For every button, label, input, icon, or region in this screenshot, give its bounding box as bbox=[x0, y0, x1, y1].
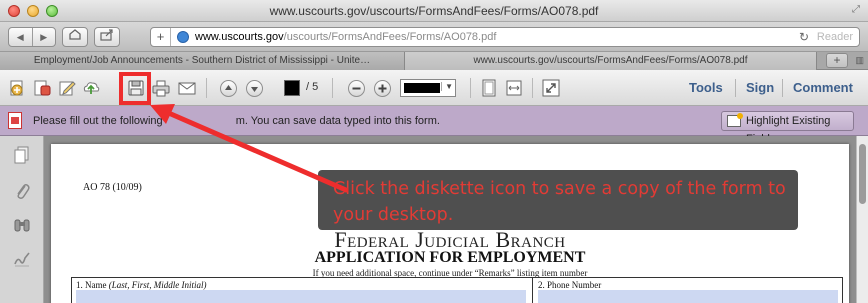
fit-width-icon[interactable] bbox=[505, 79, 523, 97]
toolbar-separator bbox=[470, 78, 471, 98]
field-divider bbox=[532, 278, 533, 303]
create-pdf-icon[interactable] bbox=[8, 79, 26, 97]
edit-icon[interactable] bbox=[58, 79, 76, 97]
reload-icon[interactable]: ↻ bbox=[799, 30, 809, 44]
instruction-callout: Click the diskette icon to save a copy o… bbox=[318, 170, 798, 230]
globe-icon bbox=[177, 31, 189, 43]
toolbar-separator bbox=[332, 78, 333, 98]
next-page-icon bbox=[251, 87, 258, 92]
chevron-down-icon: ▼ bbox=[441, 82, 453, 91]
form-notice-bar: Please fill out the following m. You can… bbox=[0, 106, 868, 145]
form-notice-text-start: Please fill out the following bbox=[33, 115, 166, 127]
phone-field-label: 2. Phone Number bbox=[538, 280, 602, 290]
url-path: /uscourts/FormsAndFees/Forms/AO078.pdf bbox=[283, 31, 497, 43]
email-icon[interactable] bbox=[178, 79, 196, 97]
name-field-hint: (Last, First, Middle Initial) bbox=[108, 280, 207, 290]
sign-button[interactable]: Sign bbox=[746, 80, 774, 95]
fullscreen-window-icon[interactable]: ⤢ bbox=[852, 4, 860, 15]
form-notice-text-end: m. You can save data typed into this for… bbox=[235, 115, 440, 127]
new-tab-button[interactable]: + bbox=[826, 53, 848, 68]
url-field[interactable]: + www.uscourts.gov/uscourts/FormsAndFees… bbox=[150, 27, 860, 47]
reader-button[interactable]: Reader bbox=[817, 31, 853, 43]
form-icon bbox=[8, 112, 22, 129]
share-page-button[interactable] bbox=[94, 27, 120, 47]
name-input[interactable] bbox=[76, 290, 526, 303]
highlight-fields-button[interactable]: Highlight Existing Fields bbox=[721, 111, 854, 145]
instruction-text: Click the diskette icon to save a copy o… bbox=[333, 179, 786, 225]
form-title: APPLICATION FOR EMPLOYMENT bbox=[314, 249, 586, 266]
address-toolbar: ◀ ▶ + www.uscourts.gov/uscourts/FormsAnd… bbox=[0, 22, 868, 52]
share-pdf-icon[interactable] bbox=[33, 79, 51, 97]
prev-page-icon bbox=[225, 85, 232, 90]
back-button[interactable]: ◀ bbox=[9, 28, 32, 46]
tab-employment[interactable]: Employment/Job Announcements - Southern … bbox=[0, 52, 405, 70]
tab-pdf[interactable]: www.uscourts.gov/uscourts/FormsAndFees/F… bbox=[405, 52, 817, 70]
attachment-icon[interactable] bbox=[13, 182, 31, 200]
name-field-label-text: 1. Name bbox=[76, 280, 109, 290]
url-host: www.uscourts.gov bbox=[195, 31, 284, 43]
save-icon-highlight bbox=[119, 72, 151, 105]
fit-page-icon[interactable] bbox=[480, 79, 498, 97]
fullscreen-icon[interactable] bbox=[542, 79, 560, 97]
navigation-panel bbox=[0, 136, 44, 303]
tools-button[interactable]: Tools bbox=[689, 80, 723, 95]
upload-icon[interactable] bbox=[82, 79, 100, 97]
zoom-level-select[interactable]: ▼ bbox=[400, 79, 456, 97]
tab-bar: Employment/Job Announcements - Southern … bbox=[0, 52, 868, 70]
phone-input[interactable] bbox=[538, 290, 838, 303]
toolbar-separator bbox=[532, 78, 533, 98]
prev-page-button[interactable] bbox=[220, 80, 237, 97]
cloud-icon bbox=[69, 29, 81, 40]
zoom-in-button[interactable] bbox=[374, 80, 391, 97]
next-page-button[interactable] bbox=[246, 80, 263, 97]
forward-button[interactable]: ▶ bbox=[31, 28, 56, 46]
page-number-input[interactable] bbox=[284, 80, 300, 96]
name-field-label: 1. Name (Last, First, Middle Initial) bbox=[76, 280, 207, 290]
cloud-tabs-button[interactable] bbox=[62, 27, 88, 47]
url-text: www.uscourts.gov/uscourts/FormsAndFees/F… bbox=[195, 31, 496, 43]
scrollbar-thumb[interactable] bbox=[859, 144, 866, 204]
page-thumbnails-icon[interactable] bbox=[13, 146, 31, 164]
page-total: / 5 bbox=[306, 81, 319, 93]
form-notice-text: Please fill out the following m. You can… bbox=[33, 115, 440, 127]
form-id: AO 78 (10/09) bbox=[83, 182, 142, 193]
comment-button[interactable]: Comment bbox=[793, 80, 853, 95]
tab-list-icon[interactable]: ▥ bbox=[855, 55, 864, 66]
toolbar-separator bbox=[735, 79, 736, 97]
vertical-scrollbar[interactable] bbox=[856, 136, 868, 303]
signature-icon[interactable] bbox=[13, 250, 31, 268]
add-bookmark-icon[interactable]: + bbox=[151, 28, 171, 46]
print-icon[interactable] bbox=[152, 79, 170, 97]
back-forward-buttons: ◀ ▶ bbox=[8, 27, 56, 47]
zoom-in-icon bbox=[378, 84, 387, 93]
share-arrow-icon bbox=[100, 29, 113, 41]
highlight-fields-icon bbox=[727, 113, 743, 127]
form-field-row: 1. Name (Last, First, Middle Initial) 2.… bbox=[71, 277, 843, 303]
window-title-bar: www.uscourts.gov/uscourts/FormsAndFees/F… bbox=[0, 0, 868, 22]
zoom-out-button[interactable] bbox=[348, 80, 365, 97]
toolbar-separator bbox=[206, 78, 207, 98]
window-title: www.uscourts.gov/uscourts/FormsAndFees/F… bbox=[269, 4, 599, 18]
zoom-level-value bbox=[404, 83, 440, 93]
toolbar-separator bbox=[782, 79, 783, 97]
zoom-out-icon bbox=[352, 87, 361, 90]
search-binoculars-icon[interactable] bbox=[13, 216, 31, 234]
